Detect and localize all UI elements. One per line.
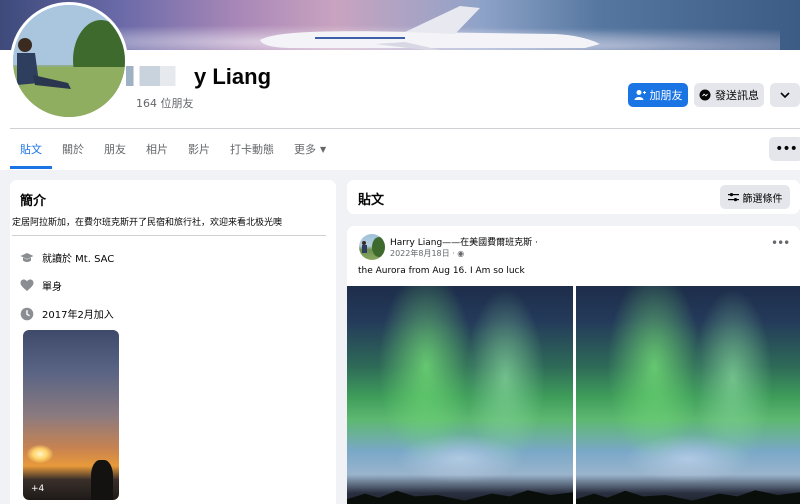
add-friend-icon xyxy=(634,90,646,100)
ellipsis-icon: ••• xyxy=(775,141,798,157)
tree-silhouette xyxy=(91,460,113,500)
post-author-avatar[interactable] xyxy=(359,234,385,260)
education-text: 就讀於 Mt. SAC xyxy=(42,254,115,265)
add-friend-button[interactable]: 加朋友 xyxy=(628,83,688,107)
posts-title: 貼文 xyxy=(358,193,385,208)
education-row: 就讀於 Mt. SAC xyxy=(20,250,114,265)
globe-icon: ◉ xyxy=(457,249,465,258)
intro-title: 簡介 xyxy=(20,194,47,209)
more-options-button[interactable]: ••• xyxy=(769,137,800,161)
friends-count[interactable]: 164 位朋友 xyxy=(136,95,194,111)
relationship-row: 單身 xyxy=(20,278,62,293)
send-message-button[interactable]: 發送訊息 xyxy=(694,83,764,107)
aurora-glow xyxy=(576,286,800,504)
tab-friends[interactable]: 朋友 xyxy=(94,129,136,169)
profile-avatar[interactable] xyxy=(10,2,128,120)
add-friend-label: 加朋友 xyxy=(649,89,683,102)
airplane-graphic xyxy=(260,6,600,50)
tab-more[interactable]: 更多 ▼ xyxy=(284,129,336,169)
profile-name-text: y Liang xyxy=(194,64,272,89)
post-options-button[interactable]: ••• xyxy=(771,236,790,250)
send-message-label: 發送訊息 xyxy=(715,89,759,102)
profile-tabs: 貼文 關於 朋友 相片 影片 打卡動態 更多 ▼ xyxy=(10,129,336,169)
filter-button[interactable]: 篩選條件 xyxy=(720,185,790,209)
posts-header-card: 貼文 篩選條件 xyxy=(347,180,800,214)
post-date-text: 2022年8月18日 · xyxy=(390,249,455,258)
profile-dropdown-button[interactable] xyxy=(770,83,800,107)
dot-separator: · xyxy=(532,238,538,248)
intro-featured-photo[interactable]: +4 xyxy=(23,330,119,500)
joined-row: 2017年2月加入 xyxy=(20,306,114,321)
post-photo-1[interactable] xyxy=(347,286,573,504)
tab-posts[interactable]: 貼文 xyxy=(10,129,52,169)
caret-down-icon: ▼ xyxy=(320,144,327,154)
tab-more-label: 更多 xyxy=(294,143,316,156)
chevron-down-icon xyxy=(780,92,790,99)
clock-icon xyxy=(20,307,34,321)
heart-icon xyxy=(20,279,34,293)
avatar-picture xyxy=(13,5,125,117)
tab-about[interactable]: 關於 xyxy=(52,129,94,169)
tab-photos[interactable]: 相片 xyxy=(136,129,178,169)
aurora-glow xyxy=(347,286,573,504)
intro-bio: 定居阿拉斯加，在費尔班克斯开了民宿和旅行社，欢迎来看北极光噢 xyxy=(12,218,283,228)
messenger-icon xyxy=(699,89,711,101)
intro-divider xyxy=(12,235,326,236)
more-photos-count: +4 xyxy=(31,484,45,494)
tab-check-ins[interactable]: 打卡動態 xyxy=(220,129,284,169)
graduation-cap-icon xyxy=(20,251,34,265)
post-photo-2[interactable] xyxy=(576,286,800,504)
profile-header: y Liang 164 位朋友 加朋友 發送訊息 貼文 關於 朋友 相片 影片 … xyxy=(0,0,800,170)
joined-text: 2017年2月加入 xyxy=(42,310,114,321)
sunset-sun xyxy=(27,445,53,463)
post-text: the Aurora from Aug 16. I Am so luck xyxy=(358,266,525,276)
redacted-name-part xyxy=(126,66,188,86)
post-date[interactable]: 2022年8月18日 · ◉ xyxy=(390,248,464,259)
profile-name: y Liang xyxy=(126,64,271,90)
relationship-text: 單身 xyxy=(42,282,62,293)
filter-icon xyxy=(727,193,739,202)
filter-label: 篩選條件 xyxy=(742,193,783,205)
post-avatar-picture xyxy=(362,237,385,257)
tab-videos[interactable]: 影片 xyxy=(178,129,220,169)
ellipsis-icon: ••• xyxy=(771,236,790,250)
post-author[interactable]: Harry Liang——在美國費爾班克斯 · xyxy=(390,235,538,248)
post-card: Harry Liang——在美國費爾班克斯 · 2022年8月18日 · ◉ •… xyxy=(347,226,800,504)
post-author-text: Harry Liang——在美國費爾班克斯 xyxy=(390,238,533,248)
